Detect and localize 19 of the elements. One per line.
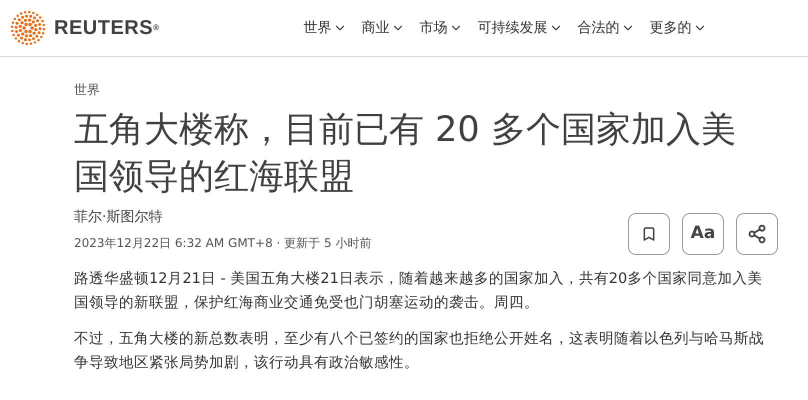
- section-label[interactable]: 世界: [74, 81, 778, 100]
- logo-icon: [8, 8, 48, 48]
- nav-menu-item[interactable]: 市场: [419, 18, 464, 38]
- author-name[interactable]: 菲尔·斯图尔特: [74, 206, 628, 228]
- article-paragraph: 路透华盛顿12月21日 - 美国五角大楼21日表示，随着越来越多的国家加入，共有20多个国家同意加入美国领导的新联盟，保护红海商业交通免受也门胡塞运动的袭击。周四。: [74, 270, 764, 312]
- nav-menu-item[interactable]: 合法的: [577, 18, 636, 38]
- bookmark-icon: [641, 226, 657, 242]
- share-button[interactable]: [736, 212, 778, 254]
- text-size-button[interactable]: Aa: [682, 212, 724, 254]
- nav-menu-item[interactable]: 更多的: [649, 18, 708, 38]
- headline: 五角大楼称，目前已有 20 多个国家加入美国领导的红海联盟: [74, 108, 737, 198]
- dateline: 2023年12月22日 6:32 AM GMT+8 · 更新于 5 小时前: [74, 234, 372, 252]
- bookmark-button[interactable]: [628, 212, 670, 254]
- nav-menu-item[interactable]: 世界: [303, 18, 348, 38]
- share-icon: [747, 224, 767, 244]
- brand-name[interactable]: REUTERS$^{®}$: [54, 13, 160, 43]
- nav-menu-item[interactable]: 商业: [361, 18, 406, 38]
- nav-menu-item[interactable]: 可持续发展: [477, 18, 564, 38]
- article-paragraph: 不过，五角大楼的新总数表明，至少有八个已签约的国家也拒绝公开姓名，这表明随着以色列与哈马斯战争导致地区紧张局势加剧，该行动具有政治敏感性。: [74, 330, 764, 372]
